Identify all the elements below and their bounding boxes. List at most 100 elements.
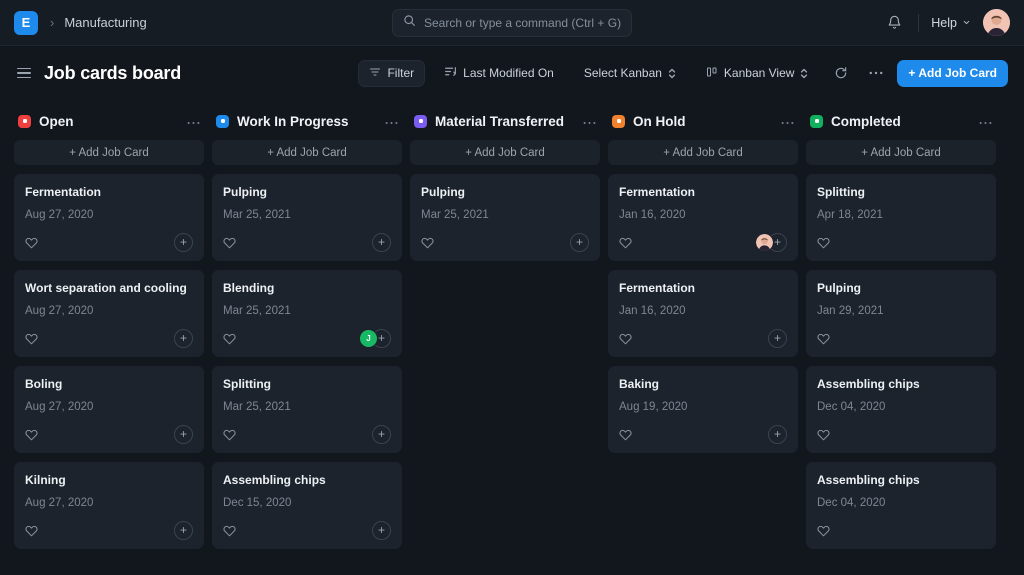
- like-heart-icon[interactable]: [223, 428, 236, 441]
- job-card[interactable]: BlendingMar 25, 2021J+: [212, 270, 402, 357]
- help-label: Help: [931, 16, 957, 30]
- breadcrumb-manufacturing[interactable]: Manufacturing: [64, 15, 146, 30]
- help-menu[interactable]: Help: [931, 16, 971, 30]
- filter-button[interactable]: Filter: [358, 60, 425, 87]
- like-heart-icon[interactable]: [25, 428, 38, 441]
- card-footer-right: +: [372, 521, 391, 540]
- card-footer-right: +: [174, 521, 193, 540]
- card-footer-right: +: [174, 329, 193, 348]
- user-avatar[interactable]: [983, 9, 1010, 36]
- column-menu-icon[interactable]: [583, 116, 596, 126]
- add-job-card-inline-button[interactable]: + Add Job Card: [608, 140, 798, 165]
- like-heart-icon[interactable]: [817, 332, 830, 345]
- card-title: Pulping: [223, 185, 391, 200]
- job-card[interactable]: SplittingMar 25, 2021+: [212, 366, 402, 453]
- card-date: Dec 04, 2020: [817, 401, 985, 413]
- card-footer: +: [619, 232, 787, 252]
- select-kanban-button[interactable]: Select Kanban: [573, 60, 687, 87]
- like-heart-icon[interactable]: [421, 236, 434, 249]
- app-logo-icon[interactable]: E: [14, 11, 38, 35]
- like-heart-icon[interactable]: [817, 236, 830, 249]
- column-header: On Hold: [608, 106, 798, 140]
- add-assignee-button[interactable]: +: [768, 329, 787, 348]
- card-assignee-avatar[interactable]: J: [359, 329, 378, 348]
- add-assignee-button[interactable]: +: [174, 329, 193, 348]
- card-footer: [817, 328, 985, 348]
- search-container: [392, 9, 632, 37]
- job-card[interactable]: Assembling chipsDec 04, 2020: [806, 366, 996, 453]
- filter-label: Filter: [387, 66, 414, 80]
- column-menu-icon[interactable]: [979, 116, 992, 126]
- add-assignee-button[interactable]: +: [174, 233, 193, 252]
- add-job-card-inline-button[interactable]: + Add Job Card: [14, 140, 204, 165]
- card-footer: +: [619, 328, 787, 348]
- card-title: Splitting: [223, 377, 391, 392]
- card-date: Mar 25, 2021: [421, 209, 589, 221]
- like-heart-icon[interactable]: [817, 524, 830, 537]
- chevron-updown-icon: [800, 67, 808, 80]
- kanban-column-completed: Completed+ Add Job CardSplittingApr 18, …: [806, 106, 996, 558]
- kanban-column-work-in-progress: Work In Progress+ Add Job CardPulpingMar…: [212, 106, 402, 558]
- like-heart-icon[interactable]: [619, 332, 632, 345]
- add-assignee-button[interactable]: +: [372, 521, 391, 540]
- add-assignee-button[interactable]: +: [570, 233, 589, 252]
- search-input[interactable]: [424, 16, 621, 30]
- sort-label: Last Modified On: [463, 66, 554, 80]
- card-footer: +: [25, 328, 193, 348]
- job-card[interactable]: Wort separation and coolingAug 27, 2020+: [14, 270, 204, 357]
- add-assignee-button[interactable]: +: [174, 425, 193, 444]
- card-footer-right: +: [174, 233, 193, 252]
- sort-button[interactable]: Last Modified On: [433, 60, 565, 87]
- card-title: Assembling chips: [223, 473, 391, 488]
- refresh-icon[interactable]: [827, 60, 854, 87]
- like-heart-icon[interactable]: [619, 428, 632, 441]
- like-heart-icon[interactable]: [25, 332, 38, 345]
- kanban-board: Open+ Add Job CardFermentationAug 27, 20…: [0, 100, 1024, 575]
- column-menu-icon[interactable]: [385, 116, 398, 126]
- kanban-view-icon: [706, 66, 718, 81]
- job-card[interactable]: BakingAug 19, 2020+: [608, 366, 798, 453]
- bell-icon[interactable]: [882, 11, 906, 35]
- job-card[interactable]: FermentationJan 16, 2020+: [608, 270, 798, 357]
- like-heart-icon[interactable]: [223, 332, 236, 345]
- like-heart-icon[interactable]: [25, 236, 38, 249]
- card-footer: +: [25, 520, 193, 540]
- card-date: Aug 27, 2020: [25, 401, 193, 413]
- add-job-card-inline-button[interactable]: + Add Job Card: [410, 140, 600, 165]
- add-assignee-button[interactable]: +: [174, 521, 193, 540]
- kanban-view-button[interactable]: Kanban View: [695, 60, 820, 87]
- card-date: Dec 04, 2020: [817, 497, 985, 509]
- add-job-card-inline-button[interactable]: + Add Job Card: [212, 140, 402, 165]
- job-card[interactable]: PulpingMar 25, 2021+: [410, 174, 600, 261]
- like-heart-icon[interactable]: [817, 428, 830, 441]
- job-card[interactable]: PulpingJan 29, 2021: [806, 270, 996, 357]
- add-job-card-button[interactable]: + Add Job Card: [897, 60, 1008, 87]
- add-assignee-button[interactable]: +: [768, 425, 787, 444]
- add-job-card-inline-button[interactable]: + Add Job Card: [806, 140, 996, 165]
- like-heart-icon[interactable]: [223, 524, 236, 537]
- add-assignee-button[interactable]: +: [372, 233, 391, 252]
- job-card[interactable]: KilningAug 27, 2020+: [14, 462, 204, 549]
- more-options-icon[interactable]: [862, 60, 889, 87]
- search-box[interactable]: [392, 9, 632, 37]
- job-card[interactable]: Assembling chipsDec 04, 2020: [806, 462, 996, 549]
- job-card[interactable]: PulpingMar 25, 2021+: [212, 174, 402, 261]
- column-menu-icon[interactable]: [187, 116, 200, 126]
- column-title: Material Transferred: [435, 114, 564, 129]
- job-card[interactable]: BolingAug 27, 2020+: [14, 366, 204, 453]
- hamburger-menu-icon[interactable]: [14, 65, 34, 82]
- chevron-down-icon: [962, 16, 971, 30]
- card-title: Fermentation: [619, 185, 787, 200]
- like-heart-icon[interactable]: [25, 524, 38, 537]
- job-card[interactable]: FermentationJan 16, 2020+: [608, 174, 798, 261]
- job-card[interactable]: FermentationAug 27, 2020+: [14, 174, 204, 261]
- card-footer: +: [25, 424, 193, 444]
- add-assignee-button[interactable]: +: [372, 425, 391, 444]
- column-status-icon: [18, 115, 31, 128]
- like-heart-icon[interactable]: [619, 236, 632, 249]
- card-assignee-avatar[interactable]: [755, 233, 774, 252]
- column-menu-icon[interactable]: [781, 116, 794, 126]
- like-heart-icon[interactable]: [223, 236, 236, 249]
- job-card[interactable]: SplittingApr 18, 2021: [806, 174, 996, 261]
- job-card[interactable]: Assembling chipsDec 15, 2020+: [212, 462, 402, 549]
